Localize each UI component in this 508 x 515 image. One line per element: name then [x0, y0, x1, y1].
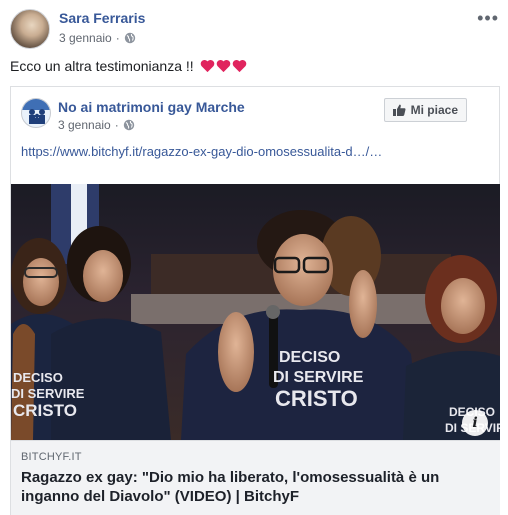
more-options-icon[interactable]: •••: [477, 8, 499, 29]
facebook-post: Sara Ferraris 3 gennaio · ••• Ecco un al…: [0, 0, 508, 515]
svg-text:CRISTO: CRISTO: [275, 386, 358, 411]
like-page-button[interactable]: Mi piace: [383, 98, 467, 122]
heart-emoji: [216, 59, 230, 73]
svg-text:DI SERVIRE: DI SERVIRE: [11, 386, 85, 401]
svg-text:DI SERVIRE: DI SERVIRE: [273, 369, 364, 386]
svg-text:CRISTO: CRISTO: [13, 401, 77, 420]
globe-icon[interactable]: [123, 119, 135, 131]
shared-post-meta: 3 gennaio ·: [58, 118, 135, 132]
globe-icon[interactable]: [124, 32, 136, 44]
page-avatar[interactable]: [21, 98, 51, 128]
author-avatar[interactable]: [10, 9, 50, 49]
heart-emojis: [200, 59, 247, 73]
link-preview-image[interactable]: DECISO DI SERVIRE CRISTO DECISO DI SERVI…: [11, 184, 500, 440]
meta-separator: ·: [115, 31, 120, 45]
family-logo-icon: [22, 99, 50, 124]
shared-post-date[interactable]: 3 gennaio: [58, 118, 111, 132]
shared-post: No ai matrimoni gay Marche 3 gennaio · M…: [10, 86, 500, 515]
post-message: Ecco un altra testimonianza !!: [10, 58, 247, 74]
svg-text:DECISO: DECISO: [279, 349, 340, 366]
author-name[interactable]: Sara Ferraris: [59, 10, 145, 26]
post-date[interactable]: 3 gennaio: [59, 31, 112, 45]
heart-emoji: [200, 59, 214, 73]
meta-separator: ·: [114, 118, 119, 132]
heart-emoji: [232, 59, 246, 73]
link-domain: BITCHYF.IT: [21, 451, 82, 463]
thumbs-up-icon: [392, 104, 406, 116]
page-name[interactable]: No ai matrimoni gay Marche: [58, 99, 245, 115]
post-message-text: Ecco un altra testimonianza !!: [10, 58, 194, 74]
shared-link-url[interactable]: https://www.bitchyf.it/ragazzo-ex-gay-di…: [21, 144, 382, 159]
post-meta: 3 gennaio ·: [59, 31, 136, 45]
info-icon[interactable]: i: [462, 410, 488, 436]
video-thumbnail: DECISO DI SERVIRE CRISTO DECISO DI SERVI…: [11, 184, 500, 440]
link-title[interactable]: Ragazzo ex gay: "Dio mio ha liberato, l'…: [21, 468, 491, 506]
svg-text:DECISO: DECISO: [13, 370, 63, 385]
link-caption[interactable]: BITCHYF.IT Ragazzo ex gay: "Dio mio ha l…: [11, 440, 500, 515]
like-button-label: Mi piace: [410, 103, 458, 117]
